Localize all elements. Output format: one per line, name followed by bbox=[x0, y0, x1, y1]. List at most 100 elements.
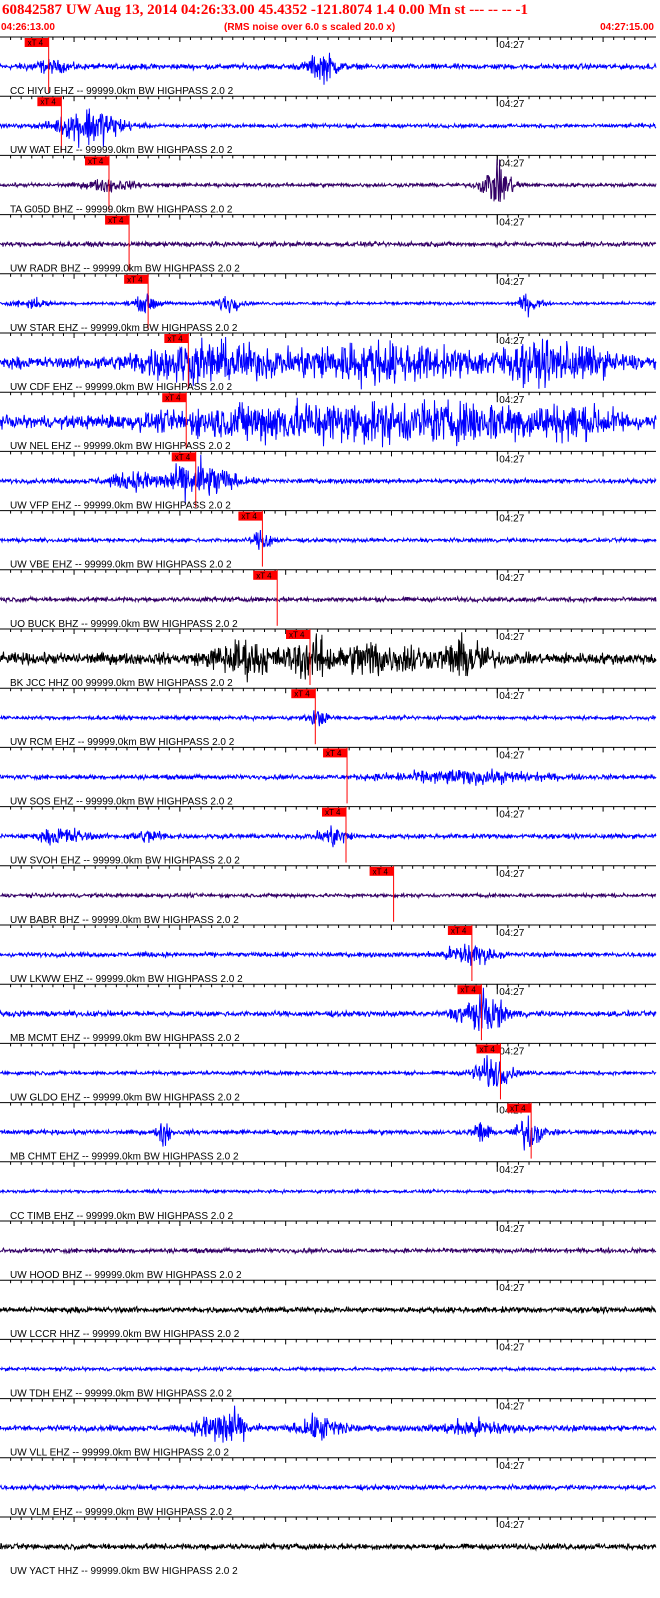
station-label: UW VLM EHZ -- 99999.0km BW HIGHPASS 2.0 … bbox=[10, 1507, 233, 1518]
second-ticks bbox=[10, 1339, 646, 1345]
second-ticks bbox=[10, 273, 646, 279]
minute-tick-label: 04:27 bbox=[499, 691, 524, 702]
minute-tick-label: 04:27 bbox=[499, 218, 524, 229]
minute-tick-label: 04:27 bbox=[499, 158, 524, 169]
waveform-trace bbox=[0, 943, 657, 966]
second-ticks bbox=[10, 451, 646, 457]
station-label: CC HIYU EHZ -- 99999.0km BW HIGHPASS 2.0… bbox=[10, 86, 234, 97]
pick-label: xT 4 bbox=[175, 453, 191, 462]
station-label: UW CDF EHZ -- 99999.0km BW HIGHPASS 2.0 … bbox=[10, 382, 233, 393]
waveform-trace bbox=[0, 1482, 657, 1492]
minute-tick-label: 04:27 bbox=[499, 1402, 524, 1413]
station-label: UO BUCK BHZ -- 99999.0km BW HIGHPASS 2.0… bbox=[10, 619, 238, 630]
waveform-trace bbox=[0, 987, 657, 1032]
minute-tick-label: 04:27 bbox=[499, 1046, 524, 1057]
waveform-trace bbox=[0, 1304, 657, 1315]
second-ticks bbox=[10, 865, 646, 871]
pick-label: xT 4 bbox=[127, 275, 143, 284]
station-label: CC TIMB EHZ -- 99999.0km BW HIGHPASS 2.0… bbox=[10, 1211, 233, 1222]
second-ticks bbox=[10, 333, 646, 338]
waveform-trace bbox=[0, 632, 657, 683]
minute-tick-label: 04:27 bbox=[499, 1283, 524, 1294]
station-label: UW VBE EHZ -- 99999.0km BW HIGHPASS 2.0 … bbox=[10, 560, 232, 571]
pick-label: xT 4 bbox=[326, 749, 342, 758]
station-label: UW HOOD BHZ -- 99999.0km BW HIGHPASS 2.0… bbox=[10, 1270, 242, 1281]
waveform-trace bbox=[0, 1246, 657, 1255]
second-ticks bbox=[10, 984, 646, 990]
station-label: UW YACT HHZ -- 99999.0km BW HIGHPASS 2.0… bbox=[10, 1566, 238, 1577]
minute-tick-label: 04:27 bbox=[499, 632, 524, 643]
second-ticks bbox=[10, 392, 646, 398]
waveform-trace bbox=[0, 768, 657, 786]
waveform-trace bbox=[0, 239, 657, 249]
pick-label: xT 4 bbox=[28, 39, 44, 48]
pick-label: xT 4 bbox=[294, 690, 310, 699]
waveform-trace bbox=[0, 397, 657, 448]
pick-label: xT 4 bbox=[165, 394, 181, 403]
second-ticks bbox=[10, 1161, 646, 1167]
waveform-trace bbox=[0, 1542, 657, 1552]
second-ticks bbox=[10, 1517, 646, 1522]
waveform-trace bbox=[0, 1365, 656, 1373]
second-ticks bbox=[10, 96, 646, 102]
station-label: UW TDH EHZ -- 99999.0km BW HIGHPASS 2.0 … bbox=[10, 1388, 232, 1399]
pick-label: xT 4 bbox=[167, 335, 183, 344]
second-ticks bbox=[10, 629, 646, 634]
waveform-trace bbox=[0, 1187, 657, 1196]
pick-label: xT 4 bbox=[479, 1045, 495, 1054]
second-ticks bbox=[10, 1102, 646, 1108]
second-ticks bbox=[10, 1043, 646, 1049]
minute-tick-label: 04:27 bbox=[499, 573, 524, 584]
pick-label: xT 4 bbox=[510, 1104, 526, 1113]
station-label: UW SOS EHZ -- 99999.0km BW HIGHPASS 2.0 … bbox=[10, 796, 233, 807]
second-ticks bbox=[10, 37, 646, 42]
station-label: UW VLL EHZ -- 99999.0km BW HIGHPASS 2.0 … bbox=[10, 1448, 229, 1459]
pick-label: xT 4 bbox=[451, 927, 467, 936]
seismogram-plot: 04:27xT 4CC HIYU EHZ -- 99999.0km BW HIG… bbox=[0, 36, 657, 1577]
second-ticks bbox=[10, 569, 646, 575]
second-ticks bbox=[10, 925, 646, 930]
second-ticks bbox=[10, 1398, 646, 1404]
station-label: UW NEL EHZ -- 99999.0km BW HIGHPASS 2.0 … bbox=[10, 441, 231, 452]
minute-tick-label: 04:27 bbox=[499, 454, 524, 465]
waveform-trace bbox=[0, 1055, 657, 1087]
minute-tick-label: 04:27 bbox=[499, 336, 524, 347]
station-label: UW RADR BHZ -- 99999.0km BW HIGHPASS 2.0… bbox=[10, 264, 240, 275]
waveform-trace bbox=[0, 891, 657, 900]
minute-tick-label: 04:27 bbox=[499, 1520, 524, 1531]
waveform-trace bbox=[0, 52, 657, 85]
station-label: MB MCMT EHZ -- 99999.0km BW HIGHPASS 2.0… bbox=[10, 1033, 240, 1044]
waveform-trace bbox=[0, 454, 657, 504]
waveform-trace bbox=[0, 825, 657, 848]
second-ticks bbox=[10, 510, 646, 516]
minute-tick-label: 04:27 bbox=[499, 40, 524, 51]
waveform-trace bbox=[0, 108, 657, 148]
station-label: MB CHMT EHZ -- 99999.0km BW HIGHPASS 2.0… bbox=[10, 1152, 239, 1163]
waveform-trace bbox=[0, 1115, 657, 1151]
pick-label: xT 4 bbox=[325, 808, 341, 817]
second-ticks bbox=[10, 1221, 646, 1226]
second-ticks bbox=[10, 1457, 646, 1463]
pick-label: xT 4 bbox=[241, 512, 257, 521]
pick-label: xT 4 bbox=[40, 98, 56, 107]
minute-tick-label: 04:27 bbox=[499, 869, 524, 880]
minute-tick-label: 04:27 bbox=[499, 750, 524, 761]
waveform-trace bbox=[0, 710, 657, 727]
pick-label: xT 4 bbox=[108, 216, 124, 225]
minute-tick-label: 04:27 bbox=[499, 810, 524, 821]
pick-label: xT 4 bbox=[289, 631, 305, 640]
station-label: UW WAT EHZ -- 99999.0km BW HIGHPASS 2.0 … bbox=[10, 145, 233, 156]
minute-tick-label: 04:27 bbox=[499, 514, 524, 525]
minute-tick-label: 04:27 bbox=[499, 1461, 524, 1472]
station-label: UW BABR BHZ -- 99999.0km BW HIGHPASS 2.0… bbox=[10, 915, 239, 926]
minute-tick-label: 04:27 bbox=[499, 1165, 524, 1176]
second-ticks bbox=[10, 1280, 646, 1286]
minute-tick-label: 04:27 bbox=[499, 1342, 524, 1353]
waveform-trace bbox=[0, 1405, 657, 1443]
station-label: TA G05D BHZ -- 99999.0km BW HIGHPASS 2.0… bbox=[10, 204, 233, 215]
second-ticks bbox=[10, 688, 646, 694]
pick-label: xT 4 bbox=[256, 571, 272, 580]
minute-tick-label: 04:27 bbox=[499, 277, 524, 288]
station-label: UW GLDO EHZ -- 99999.0km BW HIGHPASS 2.0… bbox=[10, 1092, 240, 1103]
waveform-trace bbox=[0, 293, 657, 318]
